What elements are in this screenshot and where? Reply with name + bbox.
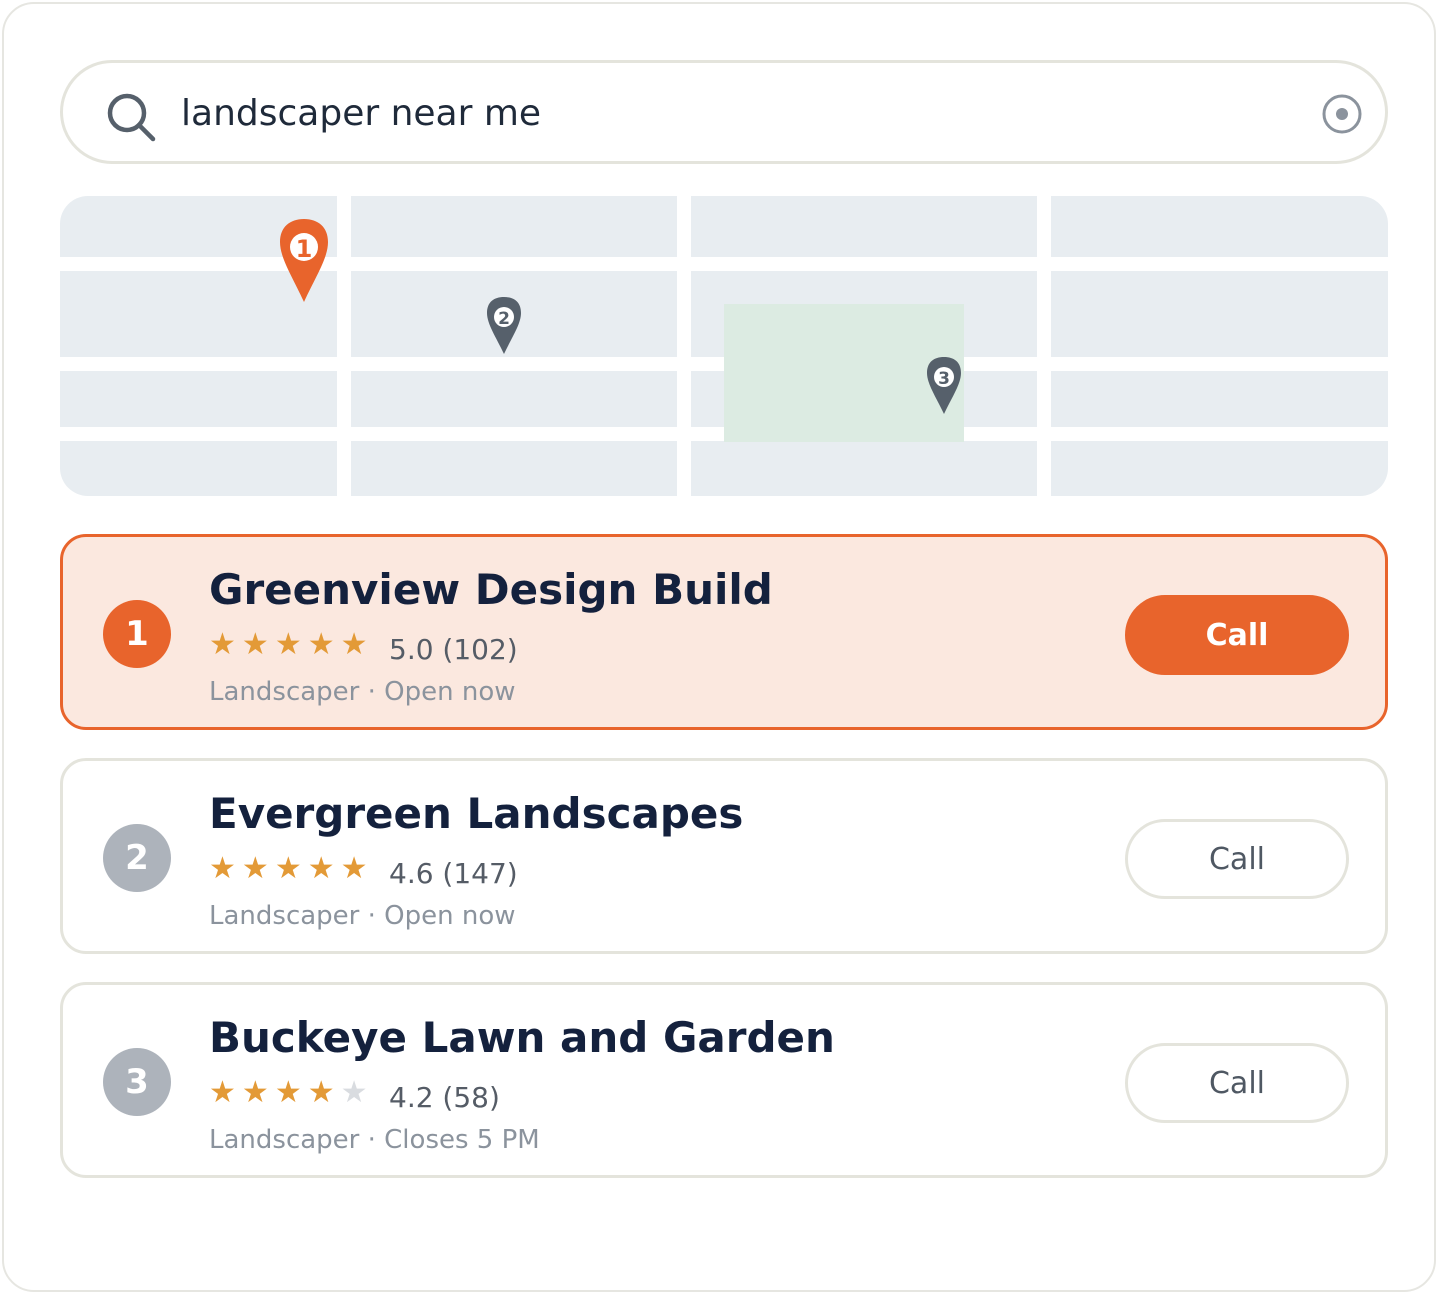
map-pin-icon[interactable]: 2 xyxy=(486,296,522,356)
call-button[interactable]: Call xyxy=(1125,819,1349,899)
map-road xyxy=(337,196,351,496)
search-bar[interactable] xyxy=(60,60,1388,164)
star-rating: ★★★★★ xyxy=(209,851,374,886)
result-card[interactable]: 1 Greenview Design Build ★★★★★ 5.0 (102)… xyxy=(60,534,1388,730)
star-icon: ★ xyxy=(340,627,374,662)
star-icon: ★ xyxy=(307,851,341,886)
category-status: Landscaper · Closes 5 PM xyxy=(209,1125,540,1155)
business-name[interactable]: Buckeye Lawn and Garden xyxy=(209,1013,835,1062)
map-road xyxy=(677,196,691,496)
map-pin-label: 1 xyxy=(296,235,313,263)
search-icon xyxy=(107,93,156,142)
star-icon: ★ xyxy=(241,627,275,662)
search-input[interactable] xyxy=(181,85,1261,141)
map-pin-label: 2 xyxy=(498,309,510,329)
rating-text: 4.2 (58) xyxy=(389,1081,500,1114)
star-icon: ★ xyxy=(274,627,308,662)
star-icon: ★ xyxy=(340,1075,374,1110)
target-icon[interactable] xyxy=(1321,93,1363,135)
map-road xyxy=(60,257,1388,271)
category-status: Landscaper · Open now xyxy=(209,677,516,707)
star-icon: ★ xyxy=(209,851,242,886)
rank-badge: 3 xyxy=(103,1048,171,1116)
star-icon: ★ xyxy=(274,1075,308,1110)
rating-text: 4.6 (147) xyxy=(389,857,518,890)
business-name[interactable]: Evergreen Landscapes xyxy=(209,789,743,838)
call-button[interactable]: Call xyxy=(1125,595,1349,675)
star-icon: ★ xyxy=(209,1075,242,1110)
map[interactable]: 1 2 3 xyxy=(60,196,1388,496)
star-icon: ★ xyxy=(307,1075,341,1110)
business-name[interactable]: Greenview Design Build xyxy=(209,565,773,614)
star-icon: ★ xyxy=(209,627,242,662)
rating-text: 5.0 (102) xyxy=(389,633,518,666)
star-icon: ★ xyxy=(307,627,341,662)
star-rating: ★★★★★ xyxy=(209,1075,374,1110)
star-rating: ★★★★★ xyxy=(209,627,374,662)
star-icon: ★ xyxy=(241,851,275,886)
app-frame: 1 2 3 1 Greenview Design Build ★★★★★ 5.0… xyxy=(2,2,1436,1292)
rank-badge: 1 xyxy=(103,600,171,668)
result-card[interactable]: 2 Evergreen Landscapes ★★★★★ 4.6 (147) L… xyxy=(60,758,1388,954)
map-pin-label: 3 xyxy=(938,369,950,389)
category-status: Landscaper · Open now xyxy=(209,901,516,931)
star-icon: ★ xyxy=(241,1075,275,1110)
star-icon: ★ xyxy=(340,851,374,886)
star-icon: ★ xyxy=(274,851,308,886)
call-button[interactable]: Call xyxy=(1125,1043,1349,1123)
rank-badge: 2 xyxy=(103,824,171,892)
map-road xyxy=(1037,196,1051,496)
map-pin-icon[interactable]: 3 xyxy=(926,356,962,416)
result-card[interactable]: 3 Buckeye Lawn and Garden ★★★★★ 4.2 (58)… xyxy=(60,982,1388,1178)
map-pin-icon[interactable]: 1 xyxy=(278,218,330,304)
